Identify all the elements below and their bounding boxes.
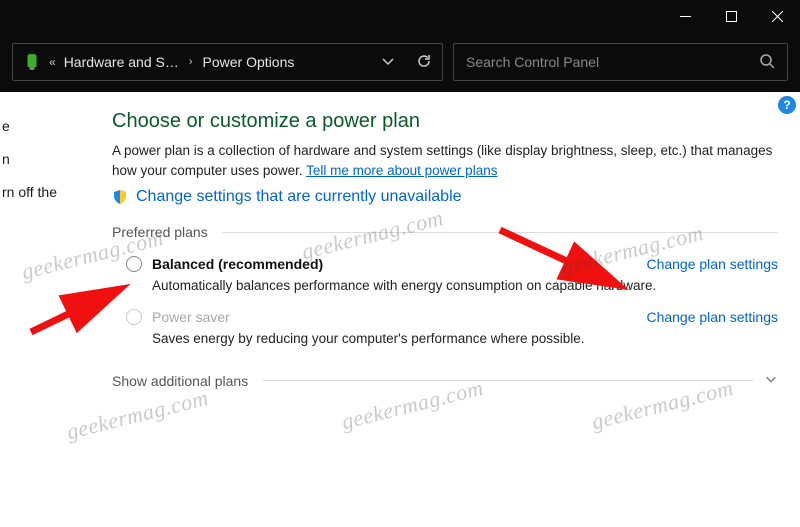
left-nav-item[interactable]: n (0, 143, 72, 176)
plan-power-saver: Power saver Change plan settings Saves e… (126, 309, 778, 346)
breadcrumb-box[interactable]: « Hardware and S… › Power Options (12, 43, 443, 81)
search-placeholder: Search Control Panel (466, 54, 759, 70)
titlebar (0, 0, 800, 32)
learn-more-link[interactable]: Tell me more about power plans (306, 163, 497, 178)
close-button[interactable] (754, 0, 800, 32)
change-unavailable-settings-link[interactable]: Change settings that are currently unava… (136, 188, 462, 206)
power-icon (23, 53, 41, 71)
preferred-plans-label: Preferred plans (112, 224, 208, 240)
change-plan-settings-link[interactable]: Change plan settings (646, 256, 778, 272)
plan-description: Automatically balances performance with … (152, 278, 778, 293)
maximize-button[interactable] (708, 0, 754, 32)
main-content: Choose or customize a power plan A power… (72, 92, 800, 527)
additional-plans-label: Show additional plans (112, 373, 248, 389)
page-title: Choose or customize a power plan (112, 110, 778, 133)
breadcrumb-prev[interactable]: Hardware and S… (64, 54, 179, 70)
plan-radio-balanced[interactable] (126, 256, 142, 272)
minimize-button[interactable] (662, 0, 708, 32)
page-description: A power plan is a collection of hardware… (112, 141, 778, 180)
chevron-down-icon (764, 372, 778, 389)
plan-radio-powersaver[interactable] (126, 309, 142, 325)
left-nav-item[interactable]: rn off the (0, 176, 72, 209)
refresh-button[interactable] (416, 53, 432, 72)
preferred-plans-heading: Preferred plans (112, 224, 778, 240)
address-bar: « Hardware and S… › Power Options Search… (0, 32, 800, 92)
plan-name[interactable]: Power saver (152, 309, 230, 325)
additional-plans-heading[interactable]: Show additional plans (112, 372, 778, 389)
change-plan-settings-link[interactable]: Change plan settings (646, 309, 778, 325)
plan-description: Saves energy by reducing your computer's… (152, 331, 778, 346)
left-nav-panel: e n rn off the (0, 92, 72, 527)
left-nav-item[interactable]: e (0, 110, 72, 143)
search-icon (759, 53, 775, 72)
search-box[interactable]: Search Control Panel (453, 43, 788, 81)
shield-icon (112, 189, 128, 205)
plan-name[interactable]: Balanced (recommended) (152, 256, 323, 272)
breadcrumb-current[interactable]: Power Options (203, 54, 295, 70)
history-dropdown-button[interactable] (380, 53, 396, 72)
breadcrumb-back-chevron: « (49, 55, 56, 69)
breadcrumb-chevron-icon: › (189, 56, 193, 68)
plan-balanced: Balanced (recommended) Change plan setti… (126, 256, 778, 293)
